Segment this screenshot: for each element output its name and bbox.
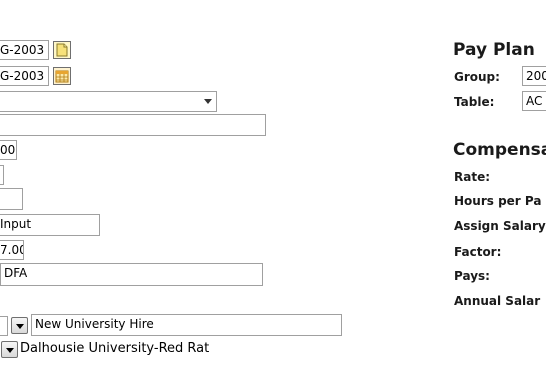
group-field[interactable]: 200 (522, 66, 546, 86)
employer-dropdown-button[interactable] (1, 341, 18, 358)
expiry-date-field[interactable]: G-2003 (0, 66, 49, 86)
factor-label: Factor: (454, 245, 502, 259)
short-field-2[interactable] (0, 188, 23, 210)
amount-field-1[interactable]: 00 (0, 140, 17, 160)
group-label: Group: (454, 70, 500, 84)
action-reason-field[interactable]: New University Hire (31, 314, 342, 336)
chevron-down-icon (204, 99, 212, 104)
table-field[interactable]: AC (522, 91, 546, 111)
compensation-heading: Compensa (453, 140, 546, 160)
assign-salary-label: Assign Salary (454, 219, 546, 233)
employer-name: Dalhousie University-Red Rat (20, 341, 210, 356)
code-field[interactable]: DFA (0, 263, 263, 286)
calendar-icon[interactable] (53, 67, 71, 85)
input-source-field[interactable]: Input (0, 214, 100, 236)
action-dropdown-button[interactable] (11, 317, 28, 334)
chevron-down-icon (16, 324, 24, 329)
description-field[interactable] (0, 114, 266, 136)
action-code-field[interactable] (0, 316, 8, 336)
amount-field-2[interactable]: 7.00 (0, 240, 24, 260)
pay-plan-heading: Pay Plan (453, 40, 535, 60)
note-page-icon[interactable] (53, 41, 71, 59)
effective-date-field[interactable]: G-2003 (0, 40, 49, 60)
rate-label: Rate: (454, 170, 491, 184)
short-field-1[interactable] (0, 165, 4, 185)
table-label: Table: (454, 95, 495, 109)
pays-label: Pays: (454, 269, 490, 283)
chevron-down-icon (6, 348, 14, 353)
select-field[interactable] (0, 91, 217, 112)
hours-per-pay-label: Hours per Pa (454, 194, 542, 208)
annual-salary-label: Annual Salar (454, 294, 541, 308)
